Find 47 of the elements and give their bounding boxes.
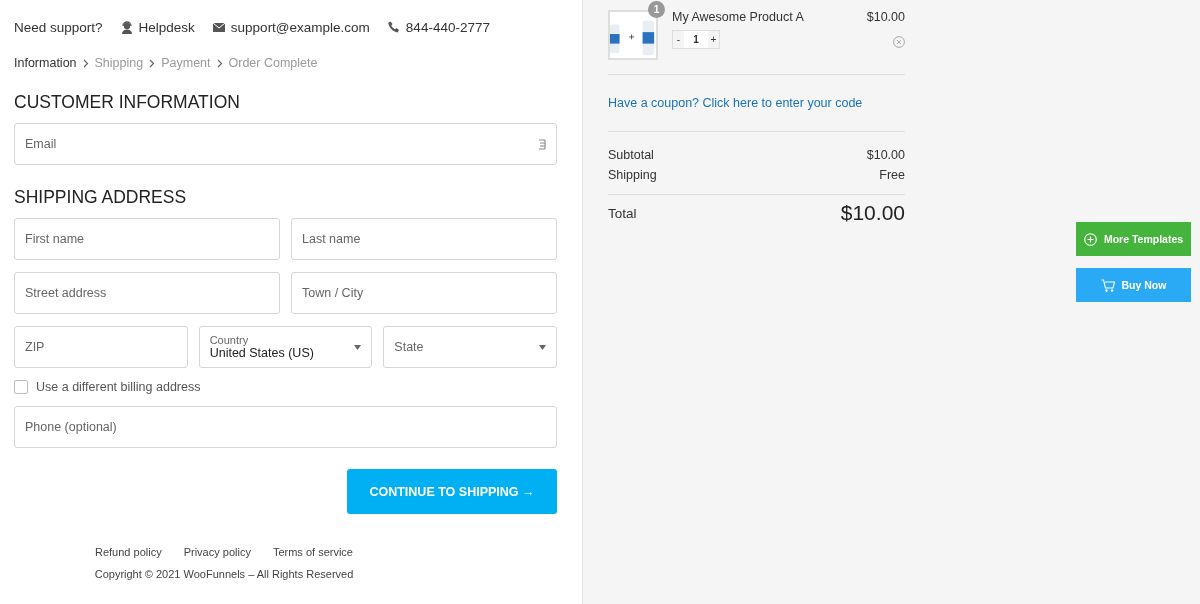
decrease-button[interactable]: - <box>673 31 684 48</box>
coupon-link[interactable]: Have a coupon? Click here to enter your code <box>608 75 905 132</box>
contact-link[interactable]: Helpdesk <box>138 19 195 35</box>
remove-icon[interactable] <box>893 36 905 48</box>
email-field[interactable]: Email <box>14 123 557 165</box>
support-label: Need support? <box>14 19 103 35</box>
section-heading: SHIPPING ADDRESS <box>14 187 188 208</box>
section-heading: CUSTOMER INFORMATION <box>14 92 241 113</box>
product-price: $10.00 <box>866 10 905 24</box>
caret-icon <box>539 345 546 350</box>
footer-link[interactable]: Privacy policy <box>183 546 251 558</box>
phone-icon <box>387 21 400 33</box>
footer-link[interactable]: Terms of service <box>272 546 353 558</box>
product-name: My Awesome Product A <box>672 10 805 24</box>
copyright-text: Copyright © 2021 WooFunnels – All Rights Reserved <box>94 568 354 580</box>
text-field[interactable]: Town / City <box>291 272 557 314</box>
breadcrumb-step[interactable]: Information <box>14 56 77 70</box>
contact-link[interactable]: support@example.com <box>230 19 370 35</box>
text-field[interactable]: First name <box>14 218 280 260</box>
chevron-icon <box>149 58 156 68</box>
chevron-icon <box>82 58 89 68</box>
total-value: $10.00 <box>840 201 905 225</box>
checkbox[interactable] <box>14 380 28 394</box>
subtotal-value: $10.00 <box>866 148 905 162</box>
plus-circle-icon <box>1083 232 1097 246</box>
subtotal-label: Subtotal <box>608 148 654 162</box>
quantity-badge: 1 <box>648 1 665 18</box>
contact-link[interactable]: 844-440-2777 <box>405 19 490 35</box>
cart-icon <box>1100 278 1115 292</box>
text-field[interactable]: Street address <box>14 272 280 314</box>
list-icon <box>539 138 546 150</box>
shipping-value: Free <box>879 168 905 182</box>
envelope-icon <box>212 22 225 32</box>
text-field[interactable]: Last name <box>291 218 557 260</box>
select-field[interactable]: Country United States (US) <box>198 326 373 368</box>
increase-button[interactable]: + <box>708 31 719 48</box>
total-label: Total <box>608 205 637 221</box>
shipping-label: Shipping <box>608 168 657 182</box>
chevron-icon <box>216 58 223 68</box>
footer-link[interactable]: Refund policy <box>95 546 162 558</box>
caret-icon <box>354 345 362 350</box>
select-field[interactable]: State <box>383 326 557 368</box>
headset-icon <box>120 20 133 34</box>
text-field[interactable]: ZIP <box>14 326 188 368</box>
checkbox-label[interactable]: Use a different billing address <box>36 380 201 394</box>
phone-field[interactable]: Phone (optional) <box>14 406 557 448</box>
quantity-value[interactable]: 1 <box>684 31 708 48</box>
